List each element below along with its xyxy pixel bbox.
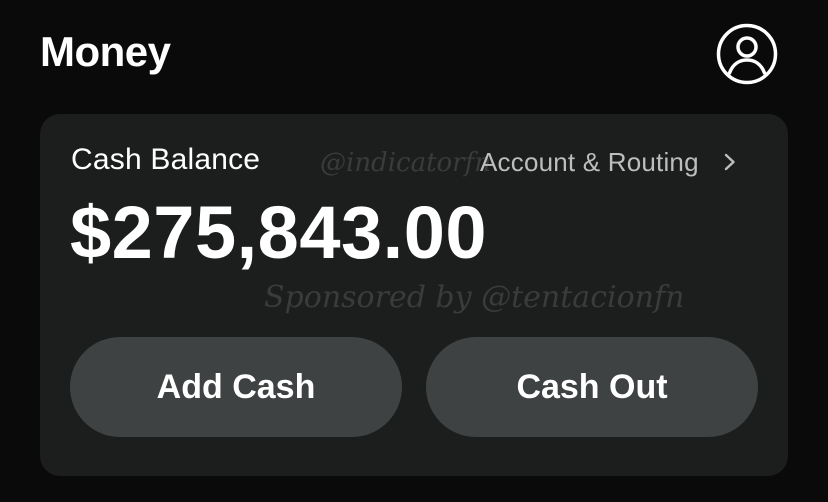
cash-balance-label: Cash Balance (71, 143, 261, 176)
person-circle-icon (716, 23, 778, 85)
header: Money (0, 0, 828, 104)
chevron-right-icon (724, 153, 735, 171)
account-routing-link[interactable]: Account & Routing (480, 146, 737, 178)
account-routing-label: Account & Routing (480, 146, 699, 177)
watermark-text: @indicatorfn (320, 148, 491, 178)
money-screen: Money Cash Balance @indicatorfn Account … (0, 0, 828, 502)
balance-amount: $275,843.00 (70, 191, 488, 274)
add-cash-button[interactable]: Add Cash (70, 337, 402, 437)
cash-out-button[interactable]: Cash Out (426, 337, 758, 437)
profile-button[interactable] (716, 23, 778, 85)
page-title: Money (40, 28, 171, 75)
sponsor-watermark: Sponsored by @tentacionfn (264, 280, 685, 315)
cash-balance-card: Cash Balance @indicatorfn Account & Rout… (40, 114, 788, 476)
